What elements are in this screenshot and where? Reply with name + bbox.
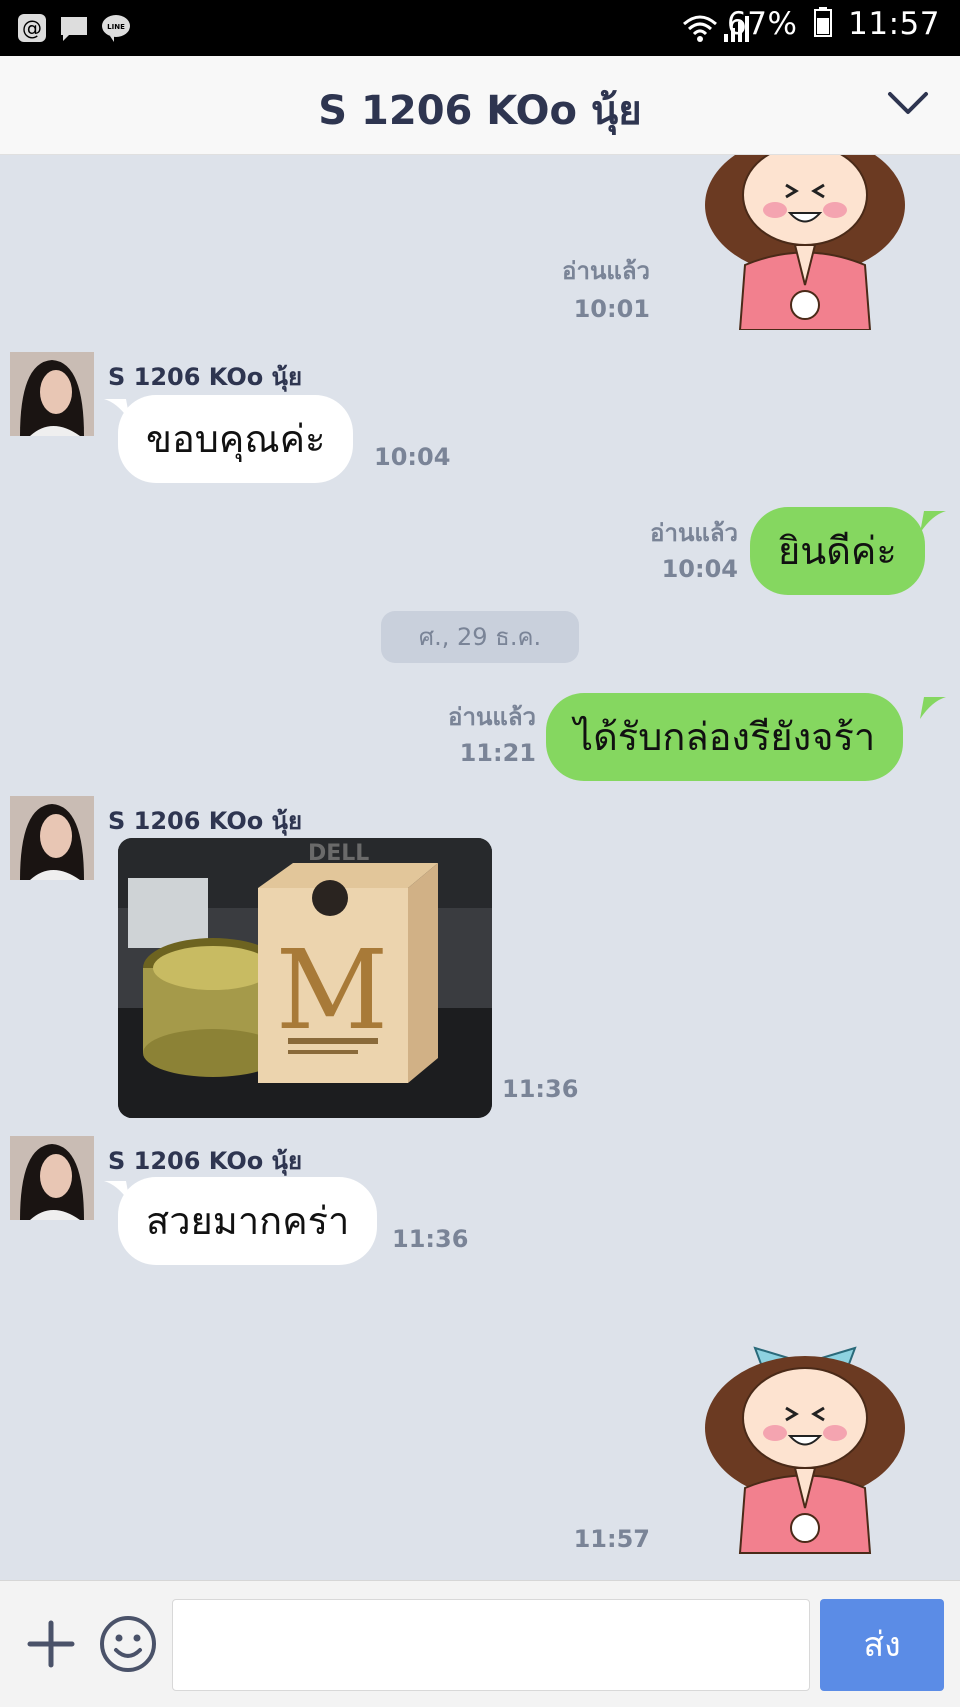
status-bar: @ LINE 67% 11:57 xyxy=(0,0,960,56)
avatar[interactable] xyxy=(10,1136,94,1220)
chevron-down-icon[interactable] xyxy=(884,86,932,120)
bubble-tail xyxy=(920,511,946,533)
message-time: 10:01 xyxy=(573,295,650,323)
read-receipt: อ่านแล้ว xyxy=(650,519,738,547)
message-time: 11:36 xyxy=(502,1075,579,1103)
emoji-icon[interactable] xyxy=(98,1614,158,1674)
incoming-bubble[interactable]: สวยมากคร่า xyxy=(118,1177,378,1265)
read-receipt: อ่านแล้ว xyxy=(448,703,536,731)
svg-text:LINE: LINE xyxy=(107,23,125,31)
message-time: 11:36 xyxy=(392,1225,469,1253)
sender-name: S 1206 KOo นุ้ย xyxy=(108,807,303,835)
clock: 11:57 xyxy=(848,6,940,42)
bubble-tail xyxy=(920,697,946,719)
send-button[interactable]: ส่ง xyxy=(820,1599,944,1691)
line-app-icon: LINE xyxy=(102,15,130,42)
outgoing-bubble[interactable]: ยินดีค่ะ xyxy=(750,507,925,595)
message-input[interactable] xyxy=(172,1599,810,1691)
message-time: 11:21 xyxy=(459,739,536,767)
plus-icon[interactable] xyxy=(26,1619,76,1669)
sticker-girl-praying[interactable] xyxy=(690,155,920,330)
svg-text:@: @ xyxy=(22,16,42,40)
read-receipt: อ่านแล้ว xyxy=(562,257,650,285)
date-separator: ศ., 29 ธ.ค. xyxy=(381,611,579,663)
photo-message[interactable]: DELL M xyxy=(118,838,492,1118)
message-time: 10:04 xyxy=(661,555,738,583)
sticker-girl-bow[interactable] xyxy=(690,1303,920,1568)
message-icon xyxy=(61,17,87,41)
avatar[interactable] xyxy=(10,796,94,880)
chat-title: S 1206 KOo นุ้ย xyxy=(318,88,642,134)
message-time: 10:04 xyxy=(374,443,451,471)
status-right: 67% 11:57 xyxy=(727,6,940,42)
chat-area[interactable]: อ่านแล้ว 10:01 S 1206 KOo นุ้ย ขอบคุณค่ะ… xyxy=(0,155,960,1580)
battery-icon xyxy=(813,7,832,37)
sender-name: S 1206 KOo นุ้ย xyxy=(108,1147,303,1175)
avatar[interactable] xyxy=(10,352,94,436)
input-bar: ส่ง xyxy=(0,1580,960,1707)
monitor-brand: DELL xyxy=(308,841,369,866)
message-time: 11:57 xyxy=(573,1525,650,1553)
sender-name: S 1206 KOo นุ้ย xyxy=(108,363,303,391)
chat-header: S 1206 KOo นุ้ย xyxy=(0,56,960,155)
outgoing-bubble[interactable]: ได้รับกล่องรียังจร้า xyxy=(546,693,904,781)
battery-percent: 67% xyxy=(727,6,798,42)
incoming-bubble[interactable]: ขอบคุณค่ะ xyxy=(118,395,354,483)
at-sign-icon: @ xyxy=(18,14,46,42)
wifi-icon xyxy=(683,15,717,42)
box-letter: M xyxy=(276,926,389,1054)
